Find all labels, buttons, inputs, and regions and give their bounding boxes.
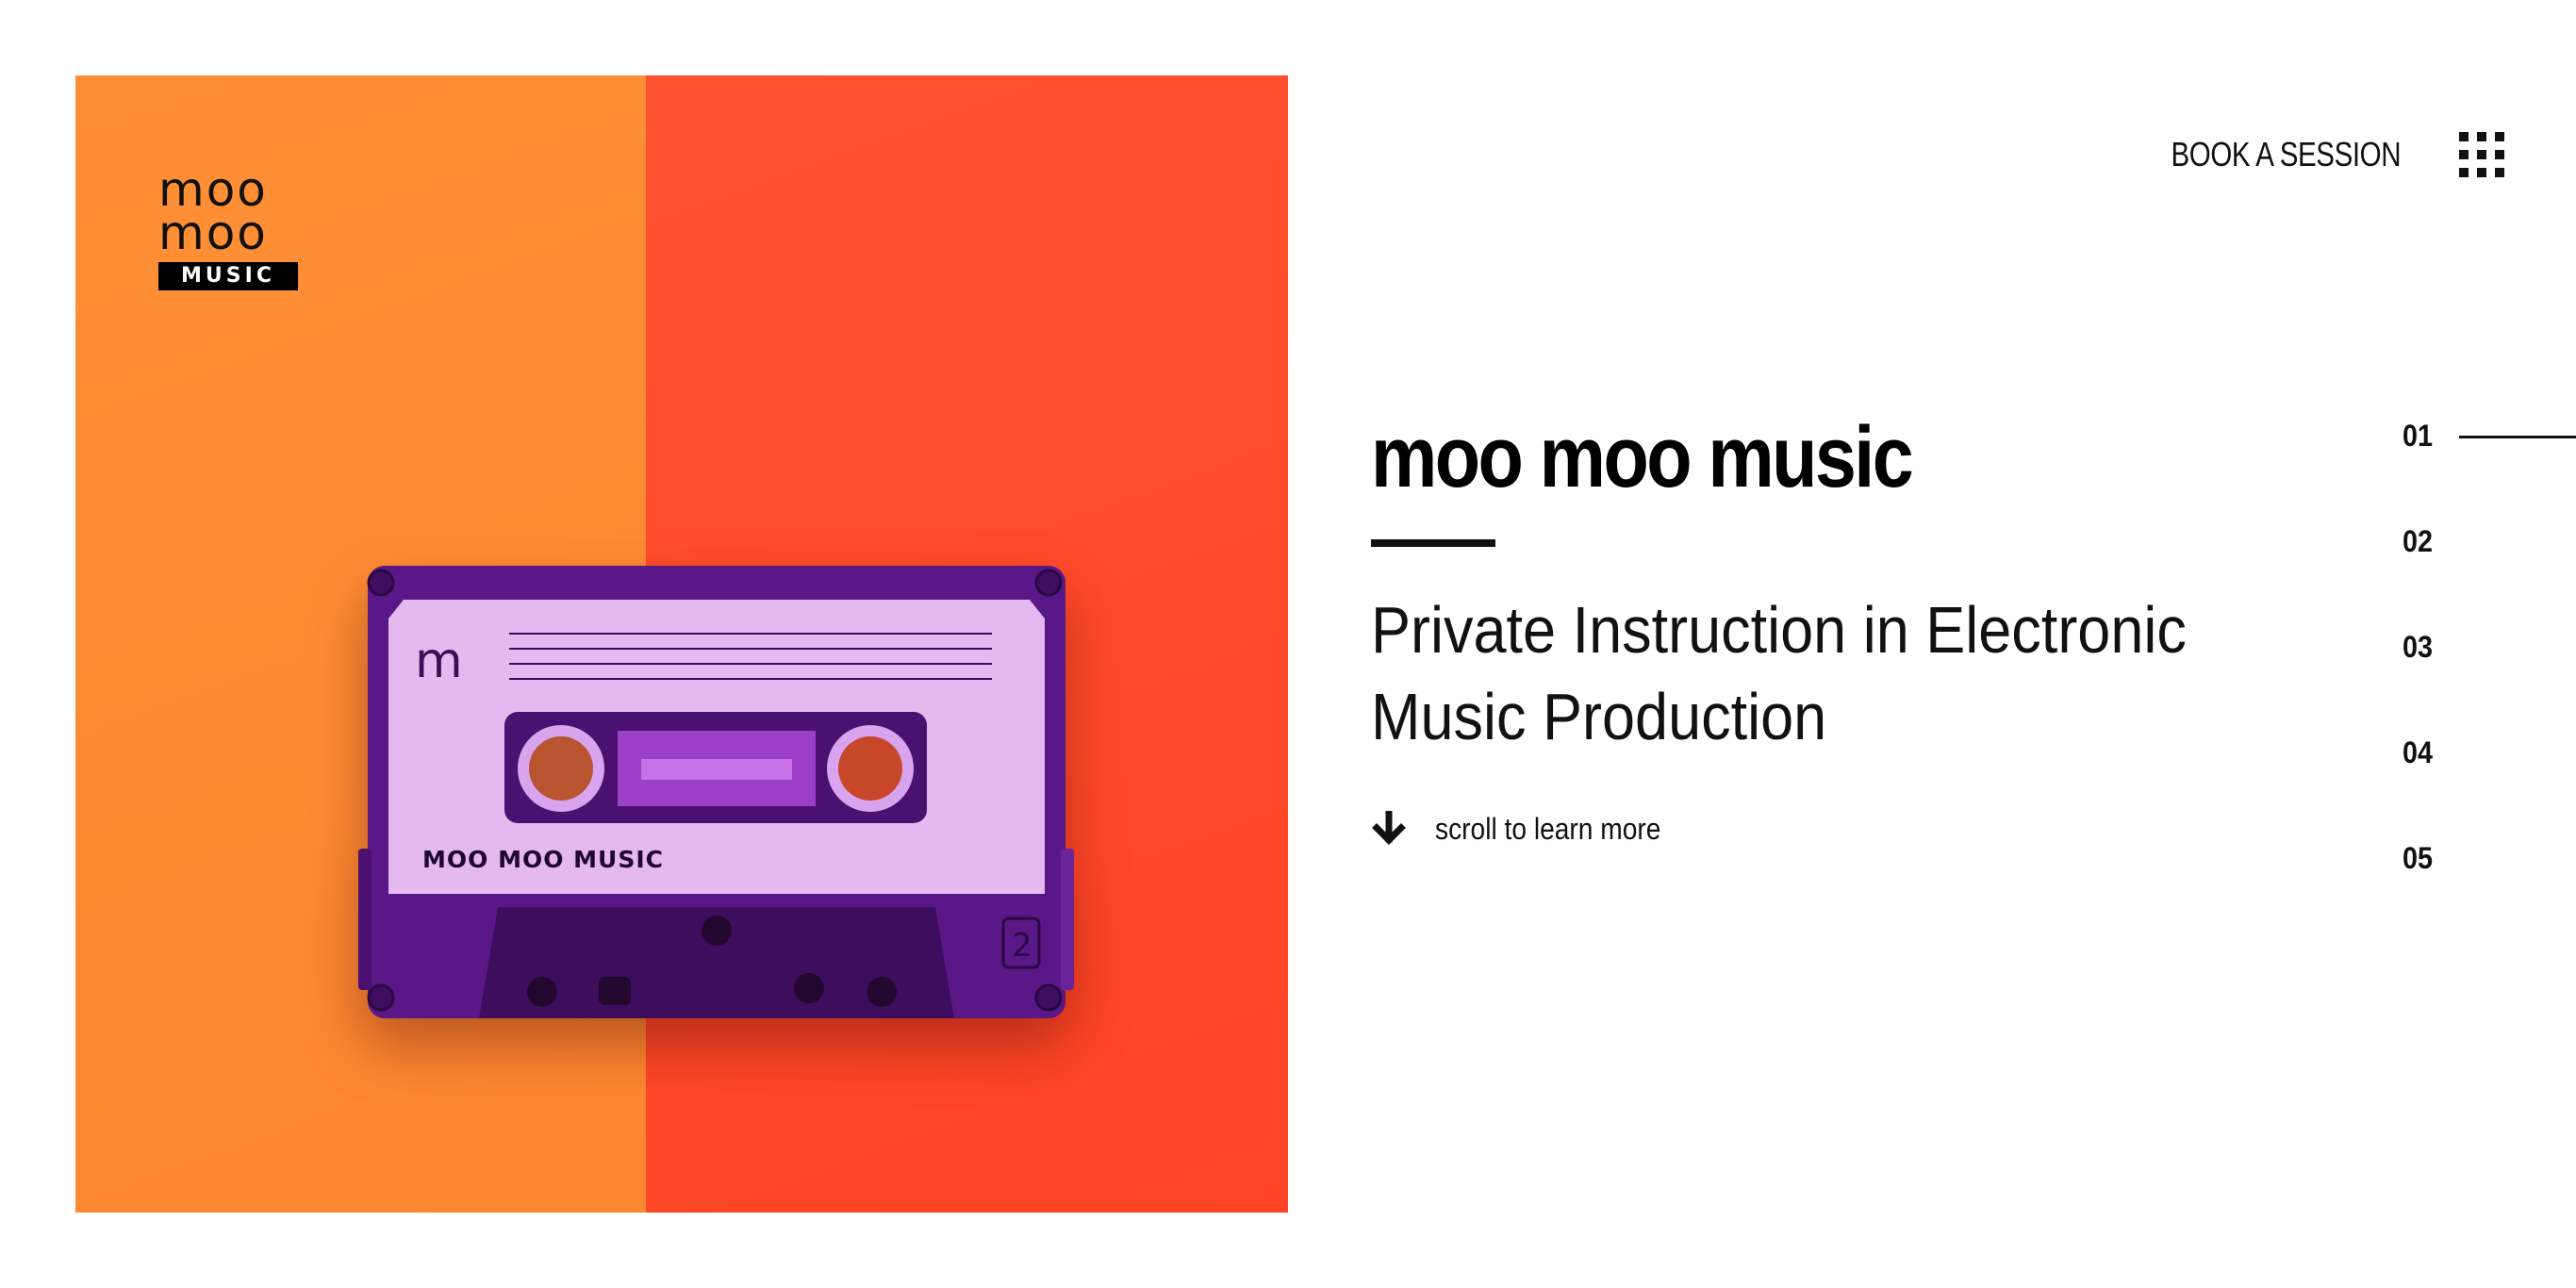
pager-active-indicator [2459,436,2576,438]
pager-number: 03 [2403,630,2434,664]
pager-number: 02 [2403,524,2434,558]
site-logo[interactable]: moo moo MUSIC [158,166,298,290]
top-navigation: BOOK A SESSION [2121,132,2504,177]
cassette-side-number: 2 [1012,927,1032,965]
logo-badge: MUSIC [158,262,298,290]
cassette-label-text: MOO MOO MUSIC [422,846,664,873]
pager-number: 01 [2403,419,2434,453]
pager-item-03[interactable]: 03 [2403,626,2576,732]
logo-word-bottom: moo [158,206,268,260]
cassette-label-letter: m [415,633,463,689]
book-session-link[interactable]: BOOK A SESSION [2171,135,2401,174]
hero-content: moo moo music Private Instruction in Ele… [1371,405,2389,847]
title-divider [1371,539,1495,547]
grid-menu-icon[interactable] [2459,132,2504,177]
page-title: moo moo music [1371,409,1914,505]
pager-item-05[interactable]: 05 [2403,837,2576,943]
screw-icon [1034,569,1063,597]
pager-item-04[interactable]: 04 [2403,732,2576,837]
pager-item-01[interactable]: 01 [2403,415,2576,520]
scroll-hint-link[interactable]: scroll to learn more [1371,811,2389,847]
cassette-tape-image: m MOO MOO MUSIC 2 [358,566,1074,1018]
page-subtitle: Private Instruction in Electronic Music … [1371,593,2187,753]
cassette-side-edge [358,849,372,990]
hero-image: moo moo MUSIC m MOO MOO MUSIC 2 [75,75,1288,1213]
scroll-hint-label: scroll to learn more [1435,811,1661,846]
screw-icon [367,983,395,1012]
section-pager: 01 02 03 04 05 [2403,415,2576,943]
screw-icon [367,569,395,597]
screw-icon [1034,983,1063,1012]
pager-number: 04 [2403,735,2434,769]
pager-item-02[interactable]: 02 [2403,520,2576,626]
arrow-down-icon [1372,811,1406,845]
pager-number: 05 [2403,841,2434,875]
cassette-side-edge-right [1061,849,1074,990]
